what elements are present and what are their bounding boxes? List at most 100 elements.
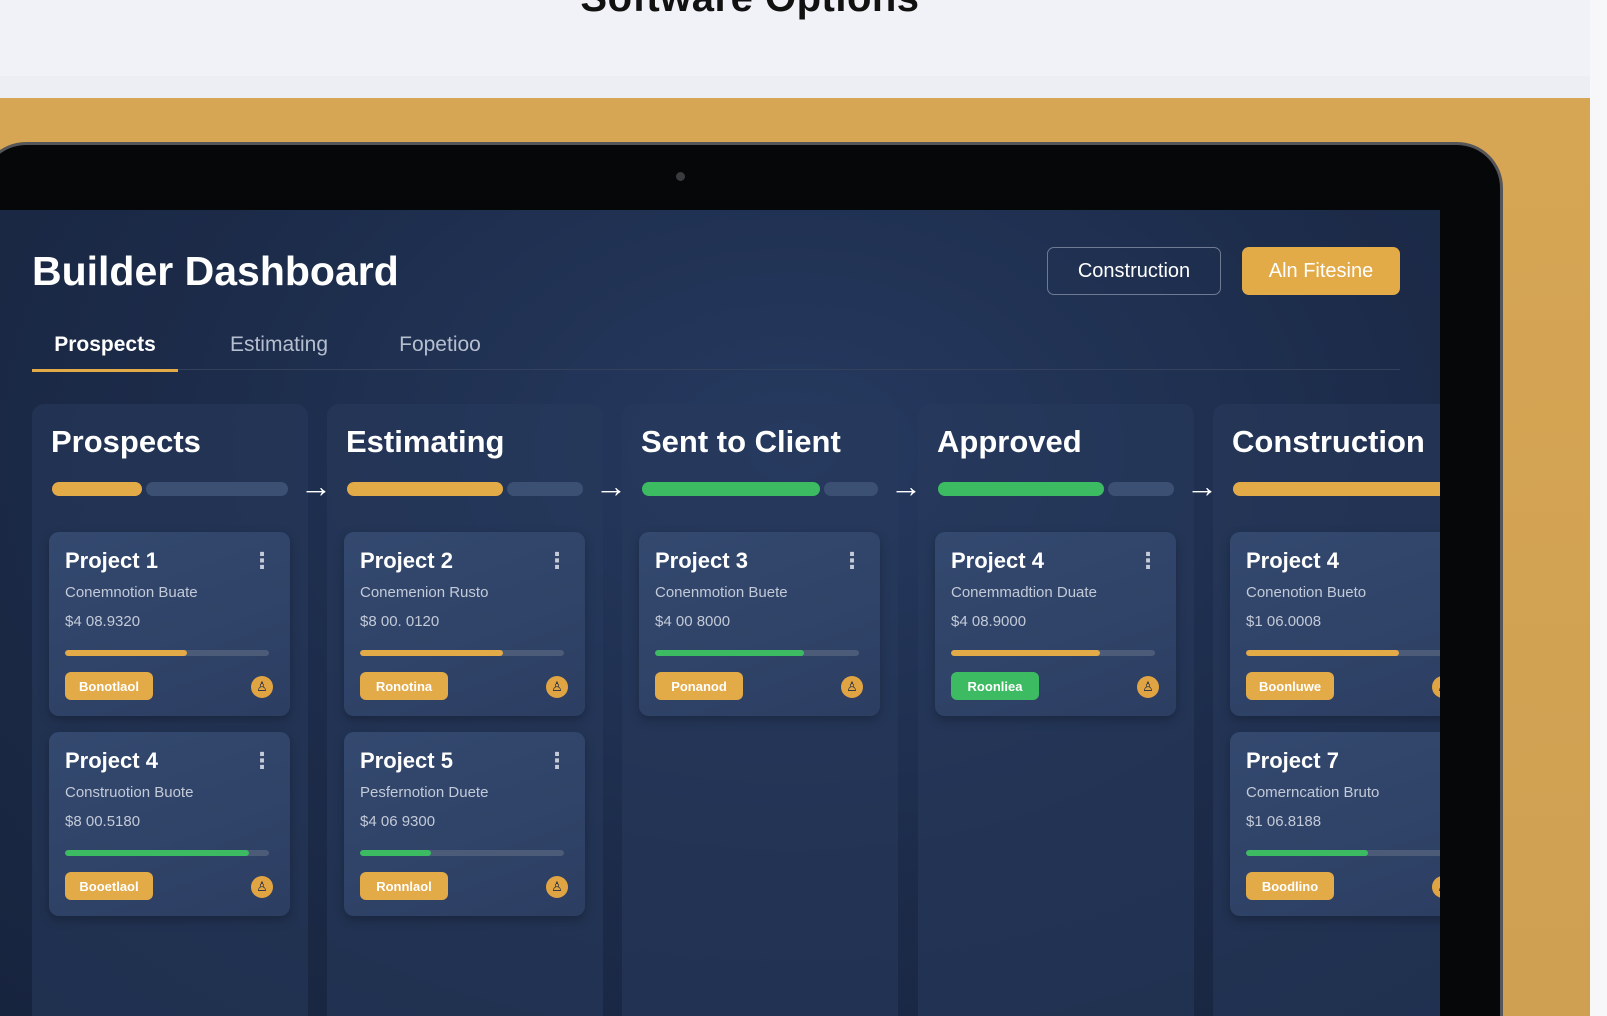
card-progress-bar — [360, 850, 564, 856]
stage-progress-remaining — [824, 482, 878, 496]
column-title: Construction — [1232, 424, 1425, 459]
card-subtitle: Construotion Buote — [65, 784, 194, 801]
column-title: Approved — [937, 424, 1082, 459]
project-card[interactable]: Project 4 ⋮ Construotion Buote $8 00.5180 Bo… — [49, 732, 290, 916]
card-title: Project 5 — [360, 748, 453, 773]
column-title: Prospects — [51, 424, 201, 459]
more-vertical-icon[interactable]: ⋮ — [1137, 550, 1159, 572]
card-progress-fill — [1246, 850, 1368, 856]
more-vertical-icon[interactable]: ⋮ — [251, 750, 273, 772]
more-vertical-icon[interactable]: ⋮ — [546, 550, 568, 572]
more-vertical-icon[interactable]: ⋮ — [251, 550, 273, 572]
tab-third[interactable]: Fopetioo — [382, 320, 498, 370]
stage-progress-fill — [642, 482, 820, 496]
project-card[interactable]: Project 7 ⋮ Comerncation Bruto $1 06.8188 Bo… — [1230, 732, 1440, 916]
card-amount: $4 08.9320 — [65, 613, 141, 630]
card-subtitle: Conemmadtion Duate — [951, 584, 1097, 601]
more-vertical-icon[interactable]: ⋮ — [1432, 550, 1440, 572]
card-amount: $8 00.5180 — [65, 813, 141, 830]
card-title: Project 2 — [360, 548, 453, 573]
card-subtitle: Conemenion Rusto — [360, 584, 489, 601]
status-badge: Ronnlaol — [360, 872, 448, 900]
card-title: Project 4 — [951, 548, 1044, 573]
card-progress-fill — [65, 650, 187, 656]
status-badge: Roonliea — [951, 672, 1039, 700]
card-progress-fill — [360, 650, 503, 656]
card-amount: $4 06 9300 — [360, 813, 436, 830]
card-amount: $4 08.9000 — [951, 613, 1027, 630]
card-amount: $8 00. 0120 — [360, 613, 440, 630]
card-title: Project 1 — [65, 548, 158, 573]
stage-progress-fill — [52, 482, 142, 496]
user-avatar-icon[interactable]: ♙ — [251, 876, 273, 898]
project-card[interactable]: Project 4 ⋮ Conemmadtion Duate $4 08.9000 Ro… — [935, 532, 1176, 716]
project-card[interactable]: Project 3 ⋮ Conenmotion Buete $4 00 8000 Pon… — [639, 532, 880, 716]
project-card[interactable]: Project 5 ⋮ Pesfernotion Duete $4 06 9300 Ro… — [344, 732, 585, 916]
user-avatar-icon[interactable]: ♙ — [841, 676, 863, 698]
card-subtitle: Comerncation Bruto — [1246, 784, 1380, 801]
tab-prospects[interactable]: Prospects — [32, 320, 178, 372]
more-vertical-icon[interactable]: ⋮ — [841, 550, 863, 572]
tab-bar: Prospects Estimating Fopetioo — [32, 320, 1400, 372]
status-badge: Bonotlaol — [65, 672, 153, 700]
stage-progress-bar — [938, 482, 1174, 496]
status-badge: Booetlaol — [65, 872, 153, 900]
user-avatar-icon[interactable]: ♙ — [1432, 676, 1440, 698]
card-title: Project 7 — [1246, 748, 1339, 773]
card-progress-bar — [65, 650, 269, 656]
stage-progress-remaining — [507, 482, 583, 496]
user-avatar-icon[interactable]: ♙ — [546, 876, 568, 898]
stage-progress-fill — [347, 482, 503, 496]
status-badge: Ronotina — [360, 672, 448, 700]
user-avatar-icon[interactable]: ♙ — [251, 676, 273, 698]
camera-icon — [676, 172, 685, 181]
status-badge: Boodlino — [1246, 872, 1334, 900]
stage-progress-bar — [347, 482, 583, 496]
stage-progress-bar — [52, 482, 288, 496]
card-progress-fill — [655, 650, 804, 656]
card-progress-fill — [360, 850, 431, 856]
card-progress-bar — [1246, 650, 1440, 656]
more-vertical-icon[interactable]: ⋮ — [546, 750, 568, 772]
page-edge — [1590, 0, 1607, 1016]
card-progress-bar — [1246, 850, 1440, 856]
primary-action-button[interactable]: Aln Fitesine — [1242, 247, 1400, 295]
card-progress-bar — [951, 650, 1155, 656]
column-title: Estimating — [346, 424, 505, 459]
card-title: Project 4 — [1246, 548, 1339, 573]
status-badge: Ponanod — [655, 672, 743, 700]
card-title: Project 4 — [65, 748, 158, 773]
card-progress-bar — [655, 650, 859, 656]
stage-progress-bar — [642, 482, 878, 496]
card-subtitle: Pesfernotion Duete — [360, 784, 489, 801]
card-progress-fill — [951, 650, 1100, 656]
card-progress-fill — [1246, 650, 1399, 656]
construction-button[interactable]: Construction — [1047, 247, 1221, 295]
card-amount: $1 06.8188 — [1246, 813, 1322, 830]
stage-progress-fill — [1233, 482, 1440, 496]
stage-progress-remaining — [146, 482, 288, 496]
app-screen: Builder Dashboard Construction Aln Fites… — [0, 210, 1440, 1016]
more-vertical-icon[interactable]: ⋮ — [1432, 750, 1440, 772]
user-avatar-icon[interactable]: ♙ — [1137, 676, 1159, 698]
user-avatar-icon[interactable]: ♙ — [1432, 876, 1440, 898]
card-amount: $1 06.0008 — [1246, 613, 1322, 630]
project-card[interactable]: Project 2 ⋮ Conemenion Rusto $8 00. 0120 Ron… — [344, 532, 585, 716]
project-card[interactable]: Project 1 ⋮ Conemnotion Buate $4 08.9320 Bon… — [49, 532, 290, 716]
card-subtitle: Conenmotion Buete — [655, 584, 788, 601]
tab-estimating[interactable]: Estimating — [212, 320, 346, 370]
card-progress-fill — [65, 850, 249, 856]
stage-progress-remaining — [1108, 482, 1174, 496]
card-progress-bar — [360, 650, 564, 656]
stage-progress-fill — [938, 482, 1104, 496]
user-avatar-icon[interactable]: ♙ — [546, 676, 568, 698]
column-title: Sent to Client — [641, 424, 841, 459]
card-amount: $4 00 8000 — [655, 613, 731, 630]
card-subtitle: Conemnotion Buate — [65, 584, 198, 601]
stage-progress-bar — [1233, 482, 1440, 496]
project-card[interactable]: Project 4 ⋮ Conenotion Bueto $1 06.0008 Boon… — [1230, 532, 1440, 716]
dashboard-title: Builder Dashboard — [32, 248, 399, 294]
status-badge: Boonluwe — [1246, 672, 1334, 700]
card-title: Project 3 — [655, 548, 748, 573]
card-subtitle: Conenotion Bueto — [1246, 584, 1367, 601]
